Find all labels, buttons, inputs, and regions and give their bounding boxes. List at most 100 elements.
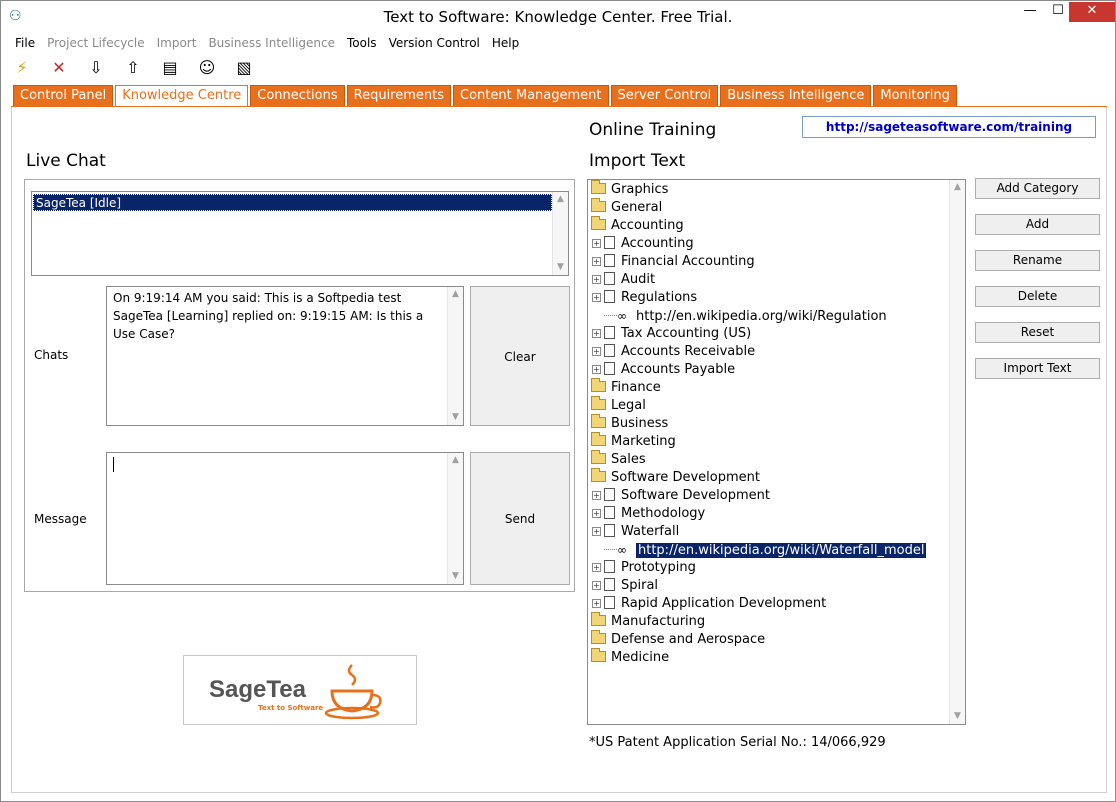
book-icon[interactable]: ▧ (233, 57, 255, 79)
tree-item[interactable]: Software Development (591, 468, 760, 487)
document-icon (604, 326, 615, 339)
tab-requirements[interactable]: Requirements (346, 85, 452, 107)
maximize-button[interactable]: ☐ (1045, 2, 1071, 22)
tree-item[interactable]: Manufacturing (591, 612, 705, 631)
reset-button[interactable]: Reset (975, 322, 1100, 343)
scroll-up-icon[interactable]: ▲ (448, 453, 463, 468)
lightning-icon[interactable]: ⚡ (11, 57, 33, 79)
tree-item-label: Accounting (611, 218, 684, 233)
scroll-down-icon[interactable]: ▼ (448, 410, 463, 425)
tree-item[interactable]: + Accounts Payable (592, 361, 735, 379)
expand-icon[interactable]: + (592, 347, 601, 356)
minimize-button[interactable]: — (1017, 2, 1043, 22)
add-button[interactable]: Add (975, 214, 1100, 235)
message-input[interactable]: ▲ ▼ (106, 452, 464, 585)
scroll-up-icon[interactable]: ▲ (553, 192, 568, 207)
scroll-down-icon[interactable]: ▼ (448, 569, 463, 584)
tree-item[interactable]: ∞ http://en.wikipedia.org/wiki/Waterfall_… (604, 541, 927, 559)
tab-monitoring[interactable]: Monitoring (873, 85, 957, 107)
expand-icon[interactable]: + (592, 239, 601, 248)
logo-name: SageTea (209, 676, 306, 703)
delete-icon[interactable]: ✕ (48, 57, 70, 79)
scroll-up-icon[interactable]: ▲ (448, 287, 463, 302)
chat-log-scrollbar[interactable]: ▲ ▼ (447, 287, 463, 425)
tree-item[interactable]: + Financial Accounting (592, 253, 755, 271)
tree-item[interactable]: + Audit (592, 271, 655, 289)
import-text-button[interactable]: Import Text (975, 358, 1100, 379)
import-tree[interactable]: ▲ ▼ Graphics General Accounting + Accounting… (587, 179, 966, 725)
up-arrow-icon[interactable]: ⇧ (122, 57, 144, 79)
tree-item-label: Prototyping (621, 560, 696, 575)
expand-icon[interactable]: + (592, 581, 601, 590)
expand-icon[interactable]: + (592, 527, 601, 536)
tree-item[interactable]: Sales (591, 450, 646, 469)
tree-item[interactable]: Graphics (591, 180, 668, 199)
chat-log[interactable]: On 9:19:14 AM you said: This is a Softpe… (106, 286, 464, 426)
tree-item[interactable]: + Regulations (592, 289, 697, 307)
tree-item[interactable]: Accounting (591, 216, 684, 235)
expand-icon[interactable]: + (592, 293, 601, 302)
menu-project-lifecycle[interactable]: Project Lifecycle (41, 34, 151, 52)
scroll-up-icon[interactable]: ▲ (950, 180, 965, 195)
menu-import[interactable]: Import (151, 34, 203, 52)
delete-button[interactable]: Delete (975, 286, 1100, 307)
tree-item[interactable]: + Accounts Receivable (592, 343, 755, 361)
tree-item[interactable]: + Prototyping (592, 559, 696, 577)
expand-icon[interactable]: + (592, 257, 601, 266)
expand-icon[interactable]: + (592, 329, 601, 338)
expand-icon[interactable]: + (592, 599, 601, 608)
users-icon[interactable]: ☺ (196, 57, 218, 79)
tree-item[interactable]: + Accounting (592, 235, 694, 253)
menu-version-control[interactable]: Version Control (383, 34, 486, 52)
add-category-button[interactable]: Add Category (975, 178, 1100, 199)
down-arrow-icon[interactable]: ⇩ (85, 57, 107, 79)
close-button[interactable]: ✕ (1069, 2, 1115, 22)
menu-file[interactable]: File (9, 34, 41, 52)
tree-item[interactable]: + Software Development (592, 487, 770, 505)
tree-item[interactable]: General (591, 198, 662, 217)
tree-item[interactable]: ∞ http://en.wikipedia.org/wiki/Regulation (604, 307, 887, 325)
rename-button[interactable]: Rename (975, 250, 1100, 271)
expand-icon[interactable]: + (592, 491, 601, 500)
tab-knowledge-centre[interactable]: Knowledge Centre (115, 85, 249, 107)
tree-item[interactable]: + Tax Accounting (US) (592, 325, 751, 343)
scroll-down-icon[interactable]: ▼ (553, 260, 568, 275)
tab-control-panel[interactable]: Control Panel (13, 85, 114, 107)
tree-item[interactable]: + Methodology (592, 505, 705, 523)
expand-icon[interactable]: + (592, 365, 601, 374)
message-scrollbar[interactable]: ▲ ▼ (447, 453, 463, 584)
tree-item[interactable]: Defense and Aerospace (591, 630, 765, 649)
training-link[interactable]: http://sageteasoftware.com/training (802, 116, 1096, 138)
scroll-down-icon[interactable]: ▼ (950, 709, 965, 724)
tab-server-control[interactable]: Server Control (610, 85, 719, 107)
menu-tools[interactable]: Tools (341, 34, 383, 52)
tab-business-intelligence[interactable]: Business Intelligence (720, 85, 872, 107)
tree-scrollbar[interactable]: ▲ ▼ (949, 180, 965, 724)
users-list[interactable]: SageTea [Idle] ▲ ▼ (31, 191, 569, 276)
tab-content-management[interactable]: Content Management (453, 85, 609, 107)
tree-item[interactable]: + Rapid Application Development (592, 595, 826, 613)
menu-business-intelligence[interactable]: Business Intelligence (202, 34, 341, 52)
tree-item[interactable]: Business (591, 414, 668, 433)
tree-item[interactable]: Finance (591, 378, 661, 397)
clear-button[interactable]: Clear (470, 286, 570, 426)
list-icon[interactable]: ▤ (159, 57, 181, 79)
tab-connections[interactable]: Connections (250, 85, 345, 107)
send-button[interactable]: Send (470, 452, 570, 585)
expand-icon[interactable]: + (592, 563, 601, 572)
expand-icon[interactable]: + (592, 275, 601, 284)
folder-icon (591, 198, 606, 212)
tree-item[interactable]: Legal (591, 396, 646, 415)
toolbar: ⚡ ✕ ⇩ ⇧ ▤ ☺ ▧ (11, 57, 270, 79)
tree-item[interactable]: Medicine (591, 648, 669, 667)
tree-item-label: Marketing (611, 434, 676, 449)
user-row[interactable]: SageTea [Idle] (33, 194, 552, 211)
tree-item[interactable]: + Waterfall (592, 523, 679, 541)
message-label: Message (34, 512, 87, 526)
users-scrollbar[interactable]: ▲ ▼ (552, 192, 568, 275)
expand-icon[interactable]: + (592, 509, 601, 518)
tree-item[interactable]: + Spiral (592, 577, 658, 595)
tree-item[interactable]: Marketing (591, 432, 676, 451)
document-icon (604, 236, 615, 249)
menu-help[interactable]: Help (486, 34, 525, 52)
